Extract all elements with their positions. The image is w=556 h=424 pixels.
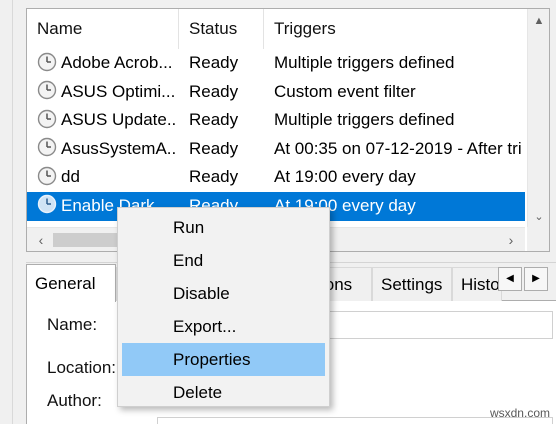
task-row[interactable]: ASUS Optimi... Ready Custom event filter (27, 78, 525, 107)
task-row[interactable]: ASUS Update... Ready Multiple triggers d… (27, 106, 525, 135)
clock-icon (37, 80, 57, 100)
location-label: Location: (47, 358, 116, 377)
clock-icon (37, 52, 57, 71)
menu-item-properties[interactable]: Properties (122, 343, 325, 376)
watermark: wsxdn.com (489, 406, 550, 420)
scroll-right-icon[interactable]: › (501, 228, 521, 251)
tab-scroll-left-icon[interactable]: ◀ (498, 267, 522, 291)
author-label: Author: (47, 391, 102, 410)
task-name: dd (61, 167, 80, 187)
menu-item-end[interactable]: End (122, 244, 325, 277)
task-status: Ready (189, 110, 239, 130)
column-header-name[interactable]: Name (27, 9, 179, 49)
task-status: Ready (189, 138, 239, 158)
menu-item-run[interactable]: Run (122, 211, 325, 244)
task-triggers: Multiple triggers defined (274, 110, 455, 130)
task-triggers: At 19:00 every day (274, 167, 416, 187)
task-name: AsusSystemA... (61, 139, 177, 158)
column-header-status[interactable]: Status (179, 9, 264, 49)
clock-icon (37, 138, 57, 157)
task-status: Ready (189, 167, 239, 187)
scroll-left-icon[interactable]: ‹ (31, 228, 51, 251)
menu-item-delete[interactable]: Delete (122, 376, 325, 409)
task-status: Ready (189, 53, 239, 72)
clock-icon (37, 195, 57, 214)
task-name: ASUS Optimi... (61, 81, 176, 101)
task-status: Ready (189, 81, 239, 101)
scroll-corner (527, 227, 549, 251)
task-row[interactable]: dd Ready At 19:00 every day (27, 163, 525, 192)
task-rows: Adobe Acrob... Ready Multiple triggers d… (27, 49, 525, 221)
name-label: Name: (47, 315, 98, 334)
task-triggers: Multiple triggers defined (274, 53, 455, 72)
clock-icon (37, 109, 57, 128)
tab-settings[interactable]: Settings (372, 267, 452, 301)
column-header-triggers[interactable]: Triggers (264, 9, 525, 49)
task-row[interactable]: AsusSystemA... Ready At 00:35 on 07-12-2… (27, 135, 525, 164)
menu-item-disable[interactable]: Disable (122, 277, 325, 310)
left-window-edge (0, 0, 26, 424)
tab-history[interactable]: Histo (452, 267, 502, 301)
task-triggers: Custom event filter (274, 81, 416, 101)
tab-scroll-right-icon[interactable]: ▶ (524, 267, 548, 291)
tab-general[interactable]: General (26, 264, 116, 302)
scroll-down-icon[interactable]: ⌄ (528, 207, 549, 227)
menu-item-export[interactable]: Export... (122, 310, 325, 343)
context-menu: Run End Disable Export... Properties Del… (117, 207, 330, 407)
vertical-scrollbar[interactable]: ▲ ⌄ (527, 9, 549, 227)
task-row[interactable]: Adobe Acrob... Ready Multiple triggers d… (27, 49, 525, 78)
scroll-up-icon[interactable]: ▲ (528, 11, 549, 31)
clock-icon (37, 166, 57, 186)
task-triggers: At 00:35 on 07-12-2019 - After tri (274, 138, 522, 158)
task-name: ASUS Update... (61, 110, 177, 130)
name-field[interactable] (327, 311, 553, 339)
task-name: Adobe Acrob... (61, 53, 173, 73)
list-header: Name Status Triggers (27, 9, 525, 49)
